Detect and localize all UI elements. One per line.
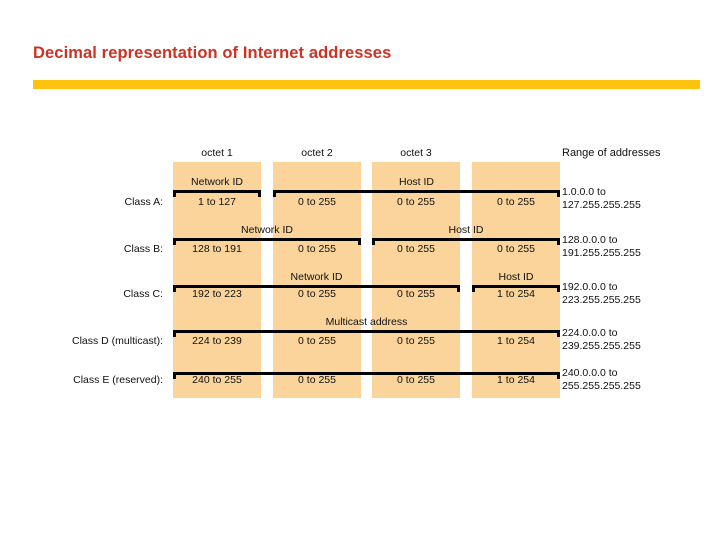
span-label-row-2-2: Host ID — [448, 224, 484, 236]
address-range-line-2: 239.255.255.255 — [562, 340, 641, 352]
address-range-line-1: 240.0.0.0 to — [562, 367, 618, 379]
address-range-line-2: 191.255.255.255 — [562, 247, 641, 259]
address-range-row-4: 224.0.0.0 to 239.255.255.255 — [562, 327, 641, 353]
octet-value-row-1-col-2: 0 to 255 — [298, 196, 336, 208]
address-range-row-5: 240.0.0.0 to 255.255.255.255 — [562, 367, 641, 393]
address-range-row-2: 128.0.0.0 to 191.255.255.255 — [562, 234, 641, 260]
octet-value-row-5-col-4: 1 to 254 — [497, 374, 535, 386]
octet-value-row-5-col-2: 0 to 255 — [298, 374, 336, 386]
octet-value-row-2-col-2: 0 to 255 — [298, 243, 336, 255]
octet-value-row-4-col-2: 0 to 255 — [298, 335, 336, 347]
octet-value-row-4-col-3: 0 to 255 — [397, 335, 435, 347]
ip-address-class-diagram: octet 1 octet 2 octet 3 Range of addresses C… — [0, 0, 720, 540]
octet-value-row-3-col-3: 0 to 255 — [397, 288, 435, 300]
address-range-line-1: 224.0.0.0 to — [562, 327, 618, 339]
class-label-row-3: Class C: — [123, 288, 163, 300]
span-label-row-2-1: Network ID — [241, 224, 293, 236]
octet-value-row-1-col-3: 0 to 255 — [397, 196, 435, 208]
octet-value-row-4-col-4: 1 to 254 — [497, 335, 535, 347]
span-label-row-1-2: Host ID — [398, 176, 434, 188]
octet-value-row-3-col-1: 192 to 223 — [192, 288, 242, 300]
span-label-row-4-1: Multicast address — [325, 316, 408, 328]
octet-header-3: octet 3 — [400, 147, 432, 159]
address-range-line-1: 1.0.0.0 to — [562, 186, 606, 198]
octet-value-row-1-col-1: 1 to 127 — [198, 196, 236, 208]
address-range-line-2: 127.255.255.255 — [562, 199, 641, 211]
octet-value-row-2-col-1: 128 to 191 — [192, 243, 242, 255]
span-label-row-1-1: Network ID — [191, 176, 243, 188]
span-label-row-3-2: Host ID — [498, 271, 534, 283]
octet-header-2: octet 2 — [301, 147, 333, 159]
address-range-line-1: 128.0.0.0 to — [562, 234, 618, 246]
octet-value-row-2-col-3: 0 to 255 — [397, 243, 435, 255]
range-of-addresses-header: Range of addresses — [562, 147, 661, 159]
span-bracket-row-2-1 — [173, 238, 361, 245]
octet-value-row-1-col-4: 0 to 255 — [497, 196, 535, 208]
octet-value-row-3-col-4: 1 to 254 — [497, 288, 535, 300]
class-label-row-2: Class B: — [123, 243, 163, 255]
octet-value-row-5-col-3: 0 to 255 — [397, 374, 435, 386]
span-bracket-row-1-2 — [273, 190, 560, 197]
address-range-line-1: 192.0.0.0 to — [562, 281, 618, 293]
span-bracket-row-2-2 — [372, 238, 560, 245]
address-range-row-1: 1.0.0.0 to 127.255.255.255 — [562, 186, 641, 212]
address-range-row-3: 192.0.0.0 to 223.255.255.255 — [562, 281, 641, 307]
address-range-line-2: 255.255.255.255 — [562, 380, 641, 392]
address-range-line-2: 223.255.255.255 — [562, 294, 641, 306]
octet-value-row-5-col-1: 240 to 255 — [192, 374, 242, 386]
span-bracket-row-4-1 — [173, 330, 560, 337]
class-label-row-5: Class E (reserved): — [73, 374, 163, 386]
span-bracket-row-1-1 — [173, 190, 261, 197]
class-label-row-4: Class D (multicast): — [71, 335, 163, 347]
octet-value-row-4-col-1: 224 to 239 — [192, 335, 242, 347]
octet-header-1: octet 1 — [201, 147, 233, 159]
span-label-row-3-1: Network ID — [290, 271, 343, 283]
octet-value-row-2-col-4: 0 to 255 — [497, 243, 535, 255]
octet-value-row-3-col-2: 0 to 255 — [298, 288, 336, 300]
class-label-row-1: Class A: — [124, 196, 163, 208]
